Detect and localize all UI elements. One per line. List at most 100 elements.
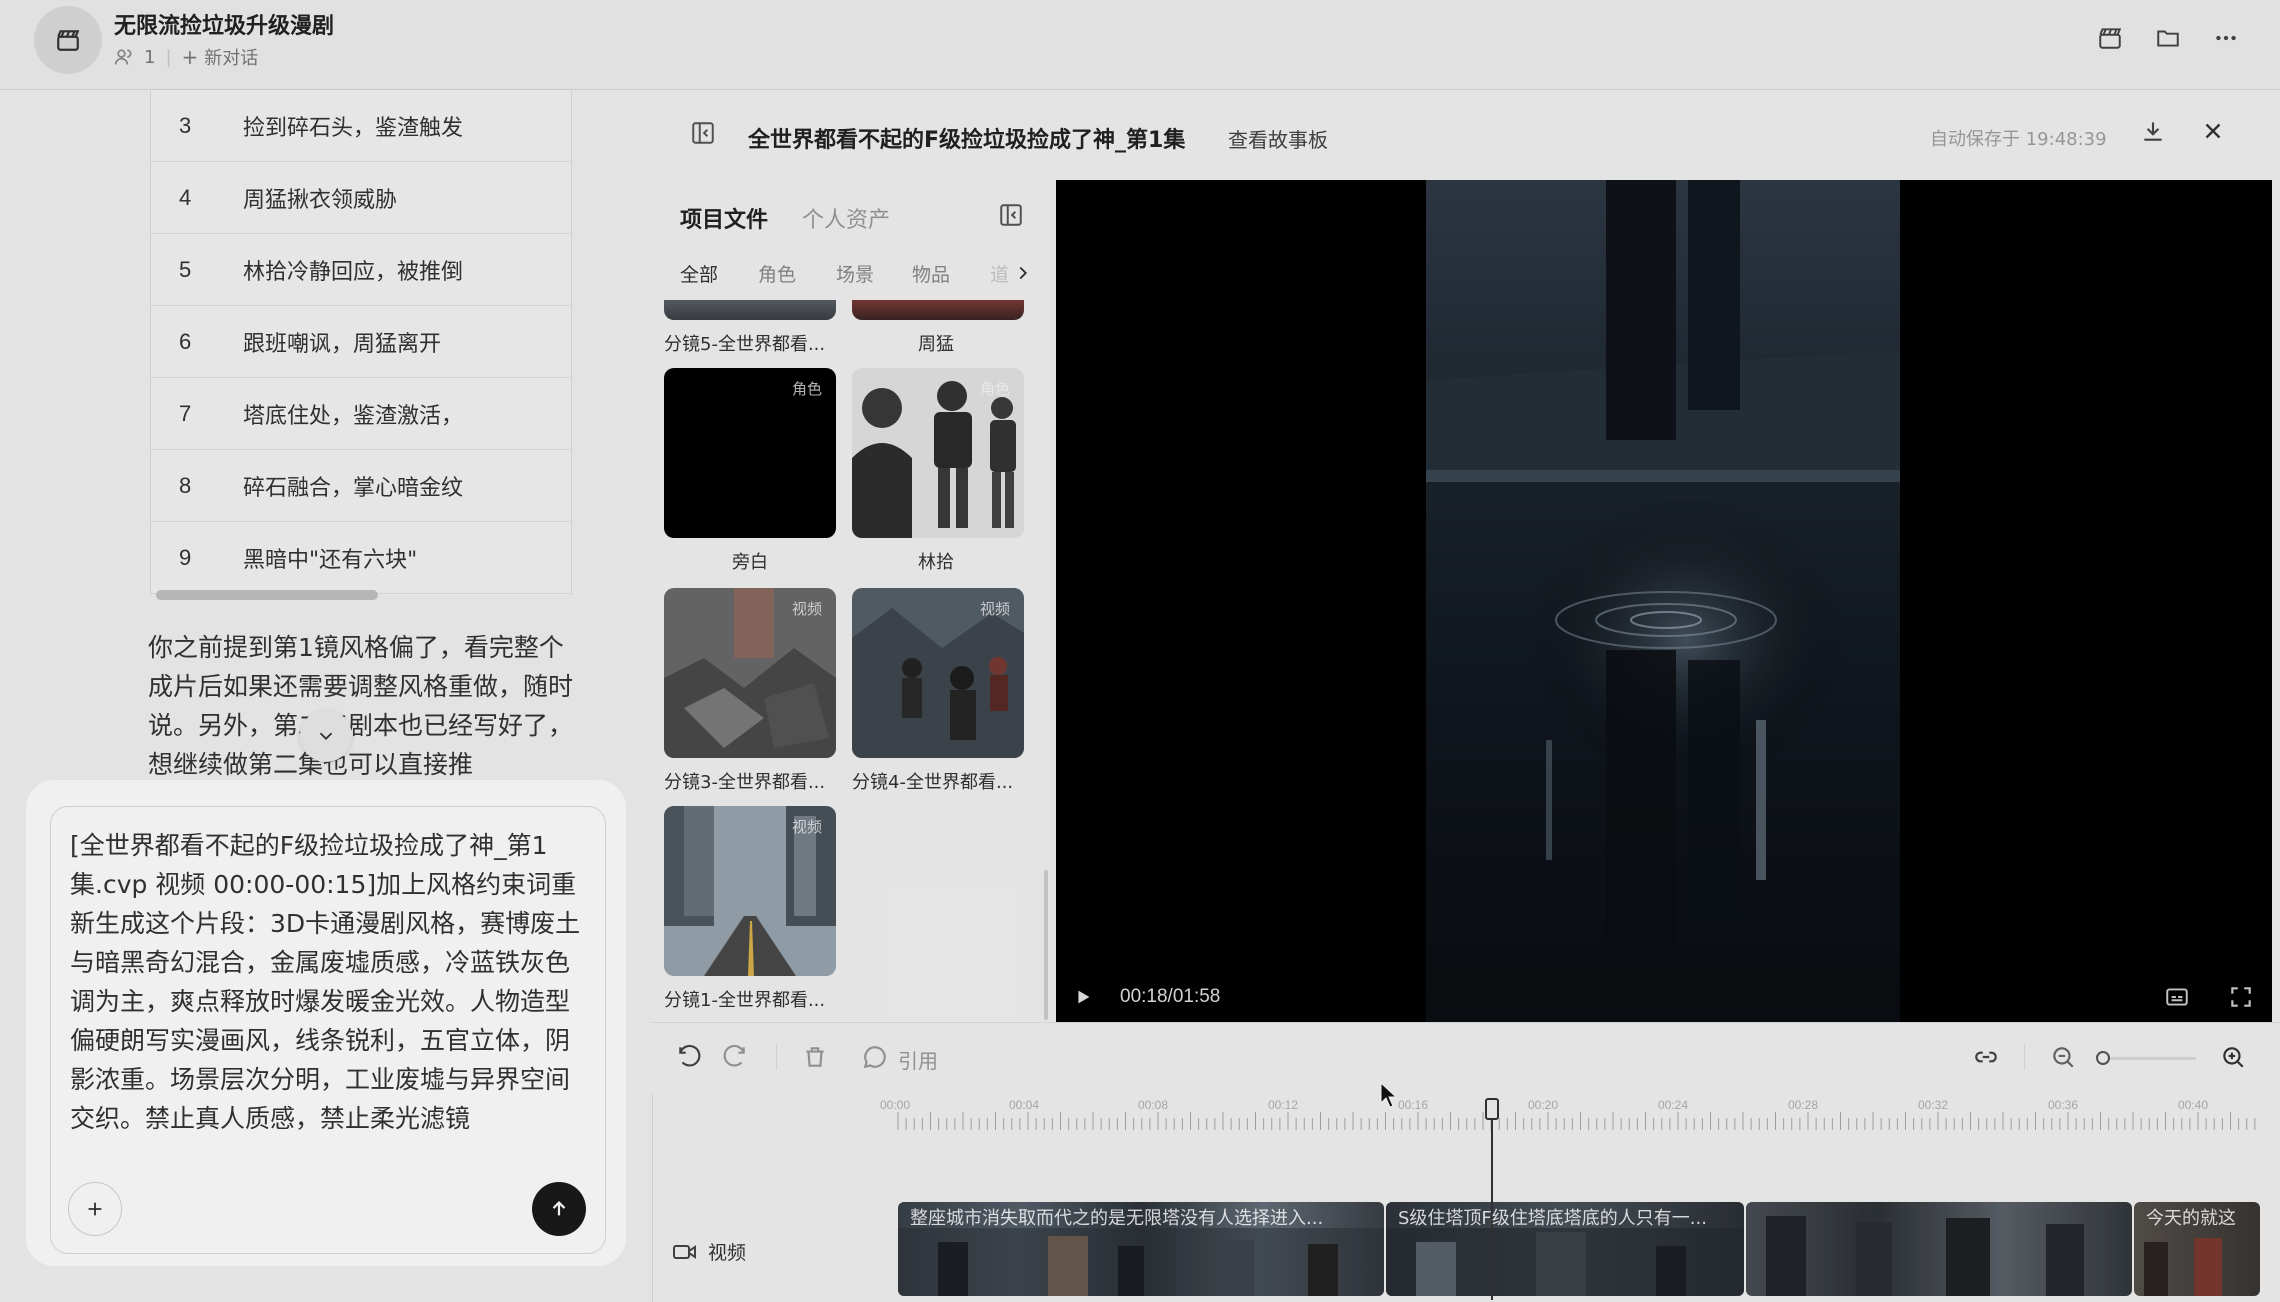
filter-scroll-right-button[interactable]: [1012, 262, 1034, 288]
asset-thumbnail-shot3[interactable]: 视频: [664, 588, 836, 758]
fullscreen-button[interactable]: [2228, 984, 2254, 1014]
tab-personal-assets[interactable]: 个人资产: [802, 202, 890, 234]
filter-all[interactable]: 全部: [680, 260, 718, 287]
sidebar-collapse-icon: [692, 122, 714, 144]
table-horizontal-scrollbar[interactable]: [156, 590, 378, 600]
storyboard-table: 3 捡到碎石头，鉴渣触发 4 周猛揪衣领威胁 5 林拾冷静回应，被推倒 6 跟班嘲讽，周…: [150, 90, 572, 595]
filter-scene[interactable]: 场景: [836, 260, 874, 287]
subtitle-button[interactable]: [2164, 984, 2190, 1014]
chevron-down-icon: [319, 732, 333, 741]
zoom-out-button[interactable]: [2050, 1044, 2076, 1074]
folder-button[interactable]: [2150, 20, 2186, 56]
more-button[interactable]: [2208, 20, 2244, 56]
redo-button[interactable]: [722, 1044, 748, 1074]
trash-icon: [806, 1047, 824, 1067]
table-row: 9 黑暗中"还有六块": [151, 522, 571, 594]
subtitle-icon: [2166, 988, 2188, 1006]
asset-caption: 林拾: [918, 552, 954, 573]
ruler-label: 00:12: [1268, 1098, 1299, 1112]
row-text: 黑暗中"还有六块": [243, 547, 418, 573]
row-number: 8: [179, 472, 192, 498]
row-text: 捡到碎石头，鉴渣触发: [243, 115, 464, 141]
playhead-handle[interactable]: [1485, 1098, 1499, 1120]
timeline-clip[interactable]: [1746, 1202, 2132, 1296]
row-text: 林拾冷静回应，被推倒: [243, 259, 464, 285]
collapse-asset-panel-button[interactable]: [998, 202, 1024, 232]
project-avatar[interactable]: [34, 6, 102, 74]
quote-button[interactable]: [862, 1044, 888, 1074]
tab-project-files[interactable]: 项目文件: [680, 202, 768, 234]
clip-filmstrip: [1766, 1216, 2084, 1296]
asset-caption: 分镜1-全世界都看...: [664, 990, 826, 1011]
video-track-label: 视频: [672, 1238, 746, 1265]
zoom-slider-handle[interactable]: [2096, 1051, 2110, 1065]
redo-icon: [723, 1044, 745, 1067]
asset-thumbnail-partial[interactable]: [852, 300, 1024, 320]
row-number: 5: [179, 256, 192, 282]
row-text: 塔底住处，鉴渣激活，: [243, 403, 464, 429]
asset-badge: 视频: [979, 600, 1010, 618]
top-bar: [0, 0, 2280, 90]
asset-caption: 周猛: [918, 334, 954, 355]
attach-button[interactable]: [68, 1182, 122, 1236]
playhead-line[interactable]: [1491, 1100, 1493, 1300]
row-number: 9: [179, 544, 192, 570]
project-title: 无限流捡垃圾升级漫剧: [114, 14, 335, 39]
asset-thumbnail-linshi[interactable]: 角色: [852, 368, 1024, 538]
table-row: 8 碎石融合，掌心暗金纹: [151, 450, 571, 522]
plus-icon: +: [181, 45, 199, 69]
send-button[interactable]: [532, 1182, 586, 1236]
delete-button[interactable]: [802, 1044, 828, 1074]
toolbar-divider: [776, 1044, 777, 1070]
asset-caption: 旁白: [732, 552, 768, 573]
play-button[interactable]: [1072, 986, 1094, 1012]
new-chat-button[interactable]: + 新对话: [182, 44, 259, 70]
collapse-chat-button[interactable]: [690, 120, 716, 150]
asset-caption: 分镜4-全世界都看...: [852, 772, 1014, 793]
asset-badge: 角色: [791, 380, 822, 398]
message-input-text[interactable]: [全世界都看不起的F级捡垃圾捡成了神_第1集.cvp 视频 00:00-00:1…: [70, 826, 586, 1138]
undo-button[interactable]: [676, 1044, 702, 1074]
asset-badge: 角色: [979, 380, 1010, 398]
filter-character[interactable]: 角色: [758, 260, 796, 287]
asset-thumbnail-partial[interactable]: [664, 300, 836, 320]
ruler-label: 00:16: [1398, 1098, 1429, 1112]
ruler-label: 00:32: [1918, 1098, 1949, 1112]
asset-thumbnail-narrator[interactable]: 角色: [664, 368, 836, 538]
close-editor-button[interactable]: [2200, 118, 2226, 148]
folder-icon: [2157, 30, 2179, 47]
zoom-in-icon: [2223, 1047, 2244, 1068]
clapperboard-button[interactable]: [2092, 20, 2128, 56]
row-number: 7: [179, 400, 192, 426]
zoom-slider-track[interactable]: [2106, 1057, 2196, 1060]
asset-thumbnail-shot4[interactable]: 视频: [852, 588, 1024, 758]
clapperboard-icon: [57, 30, 80, 51]
timeline-clip[interactable]: S级住塔顶F级住塔底塔底的人只有一...: [1386, 1202, 1744, 1296]
quote-label[interactable]: 引用: [898, 1045, 938, 1074]
ruler-label: 00:04: [1009, 1098, 1040, 1112]
send-arrow-icon: [552, 1201, 566, 1216]
table-row: 7 塔底住处，鉴渣激活，: [151, 378, 571, 450]
ruler-label: 00:08: [1138, 1098, 1169, 1112]
asset-panel-scrollbar[interactable]: [1044, 870, 1048, 1020]
asset-caption: 分镜3-全世界都看...: [664, 772, 826, 793]
download-button[interactable]: [2140, 118, 2166, 148]
assistant-message: 你之前提到第1镜风格偏了，看完整个成片后如果还需要调整风格重做，随时说。另外，第…: [148, 633, 574, 779]
link-clips-button[interactable]: [1972, 1044, 2000, 1074]
video-frame-image: [1426, 180, 1900, 1022]
zoom-in-button[interactable]: [2220, 1044, 2246, 1074]
filter-item[interactable]: 物品: [912, 260, 950, 287]
mouse-cursor-icon: [1380, 1082, 1398, 1108]
timeline-clip[interactable]: 整座城市消失取而代之的是无限塔没有人选择进入...: [898, 1202, 1384, 1296]
filter-prop[interactable]: 道: [990, 260, 1009, 287]
asset-thumbnail-shot1[interactable]: 视频: [664, 806, 836, 976]
row-number: 6: [179, 328, 192, 354]
scroll-to-bottom-button[interactable]: [300, 710, 352, 762]
more-icon: [2216, 35, 2236, 41]
asset-badge: 视频: [791, 818, 822, 836]
view-storyboard-link[interactable]: 查看故事板: [1228, 124, 1328, 153]
ruler-label: 00:20: [1528, 1098, 1559, 1112]
fullscreen-icon: [2231, 987, 2251, 1007]
member-row: 1 | + 新对话: [114, 44, 258, 70]
timeline-clip[interactable]: 今天的就这: [2134, 1202, 2260, 1296]
